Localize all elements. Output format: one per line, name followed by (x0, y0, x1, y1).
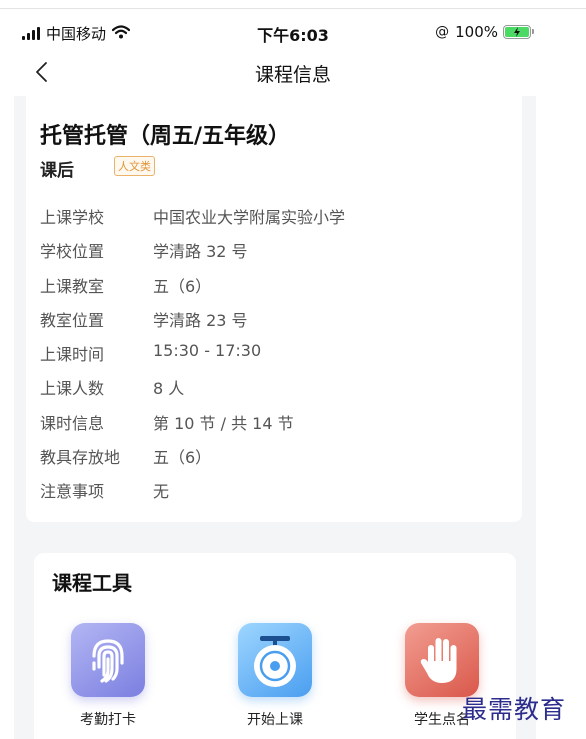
detail-label: 课时信息 (40, 413, 105, 433)
detail-value: 15:30 - 17:30 (153, 341, 262, 361)
start-class-button[interactable]: 开始上课 (215, 623, 335, 729)
fingerprint-icon (71, 623, 145, 697)
detail-value: 第 10 节 / 共 14 节 (153, 413, 294, 433)
app-screen: 中国移动 下午6:03 @ 100% 课程信息 托管托管（周五/五年级） 课后 … (0, 0, 586, 739)
start-class-label: 开始上课 (247, 712, 303, 728)
detail-row-school-location: 学校位置 学清路 32 号 (40, 238, 510, 272)
detail-value: 学清路 32 号 (153, 242, 248, 262)
course-title: 托管托管（周五/五年级） (40, 124, 291, 149)
detail-value: 五（6） (153, 448, 212, 468)
orientation-lock-icon: @ (435, 24, 450, 40)
detail-value: 五（6） (153, 276, 212, 296)
battery-icon (503, 25, 534, 39)
detail-row-notes: 注意事项 无 (40, 478, 510, 512)
detail-value: 8 人 (153, 379, 185, 399)
detail-label: 上课学校 (40, 208, 105, 227)
top-divider (0, 0, 586, 9)
detail-row-school: 上课学校 中国农业大学附属实验小学 (40, 204, 510, 238)
detail-value: 无 (153, 482, 170, 502)
battery-percent: 100% (455, 23, 498, 41)
detail-row-classroom-location: 教室位置 学清路 23 号 (40, 307, 510, 341)
attendance-button[interactable]: 考勤打卡 (48, 623, 168, 729)
raised-hand-icon (405, 623, 479, 697)
watermark-text: 最需教育 (462, 695, 567, 724)
detail-label: 上课时间 (40, 345, 105, 365)
category-tag: 人文类 (114, 156, 155, 176)
page-title: 课程信息 (254, 64, 331, 86)
detail-label: 上课人数 (40, 379, 105, 399)
detail-label: 教室位置 (40, 310, 105, 330)
detail-label: 上课教室 (40, 276, 105, 296)
detail-label: 注意事项 (40, 482, 105, 502)
status-right: @ 100% (435, 23, 534, 41)
course-type: 课后 (40, 161, 74, 181)
detail-row-time: 上课时间 15:30 - 17:30 (40, 341, 510, 375)
bell-icon (238, 623, 312, 697)
course-detail-list: 上课学校 中国农业大学附属实验小学 学校位置 学清路 32 号 上课教室 五（6… (40, 204, 510, 513)
detail-row-equipment-storage: 教具存放地 五（6） (40, 444, 510, 478)
status-bar: 中国移动 下午6:03 @ 100% (0, 10, 586, 54)
nav-bar: 课程信息 (0, 50, 586, 94)
course-info-card: 托管托管（周五/五年级） 课后 人文类 上课学校 中国农业大学附属实验小学 学校… (26, 96, 522, 522)
detail-value: 中国农业大学附属实验小学 (153, 208, 346, 227)
detail-row-student-count: 上课人数 8 人 (40, 375, 510, 409)
detail-value: 学清路 23 号 (153, 310, 248, 330)
detail-row-lesson-info: 课时信息 第 10 节 / 共 14 节 (40, 410, 510, 444)
detail-label: 教具存放地 (40, 448, 121, 468)
course-tools-card: 课程工具 考勤打卡 开始上课 学生点名 (34, 553, 516, 739)
detail-row-classroom: 上课教室 五（6） (40, 273, 510, 307)
attendance-label: 考勤打卡 (80, 712, 136, 728)
detail-label: 学校位置 (40, 242, 105, 262)
tools-title: 课程工具 (52, 571, 132, 595)
